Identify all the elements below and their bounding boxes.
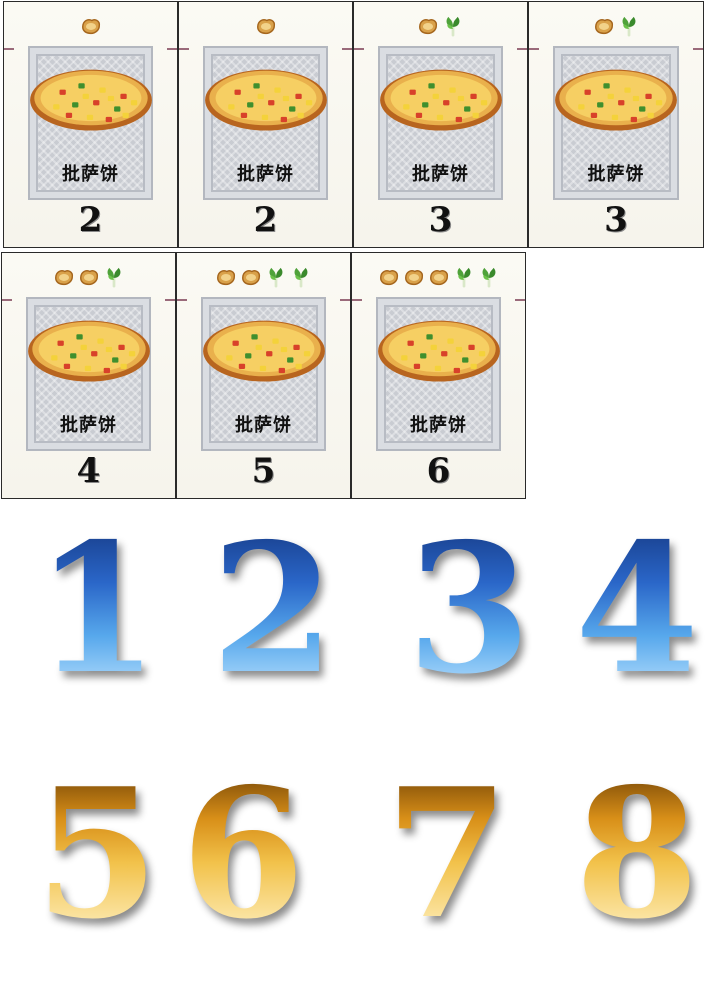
- card-edge-mark: [517, 48, 527, 50]
- bread-icon: [79, 270, 98, 286]
- bread-icon: [217, 270, 236, 286]
- bread-icon: [419, 19, 438, 35]
- number-tile-grid: 1234 5678: [0, 500, 707, 1000]
- vegetable-icon: [482, 267, 495, 288]
- card-edge-mark: [167, 48, 177, 50]
- pizza-card[interactable]: 批萨饼 5: [176, 252, 351, 499]
- pizza-icon: [377, 320, 500, 382]
- card-edge-mark: [352, 299, 362, 301]
- number-tile-5[interactable]: 5: [22, 765, 172, 943]
- bread-icon: [81, 19, 100, 35]
- card-edge-mark: [693, 48, 703, 50]
- card-edge-mark: [354, 48, 364, 50]
- ingredient-row: [354, 12, 527, 40]
- number-tile-4[interactable]: 4: [562, 520, 707, 698]
- vegetable-icon: [622, 16, 635, 37]
- card-edge-mark: [340, 299, 350, 301]
- bread-icon: [256, 19, 275, 35]
- dish-name: 批萨饼: [62, 164, 119, 185]
- card-number: 6: [426, 451, 451, 491]
- vegetable-icon: [269, 267, 283, 288]
- pizza-icon: [204, 69, 327, 131]
- dish-name: 批萨饼: [410, 415, 467, 436]
- card-number: 3: [428, 200, 453, 240]
- card-edge-mark: [179, 48, 189, 50]
- vegetable-icon: [446, 16, 460, 37]
- number-tile-6[interactable]: 6: [168, 765, 318, 943]
- card-edge-mark: [165, 299, 175, 301]
- card-edge-mark: [4, 48, 14, 50]
- pizza-icon: [27, 320, 150, 382]
- card-number: 4: [76, 451, 101, 491]
- pizza-icon: [379, 69, 502, 131]
- card-edge-mark: [2, 299, 12, 301]
- pizza-icon: [555, 69, 677, 131]
- bread-icon: [404, 270, 423, 286]
- number-tile-3[interactable]: 3: [394, 520, 544, 698]
- pizza-card[interactable]: 批萨饼 4: [1, 252, 176, 499]
- bread-icon: [594, 19, 613, 35]
- pizza-card[interactable]: 批萨饼 2: [178, 1, 353, 248]
- pizza-card-grid: 批萨饼 2 批萨饼 2 批萨饼 3 批萨饼 3 批萨饼 4 批萨饼 5 批萨饼 …: [0, 0, 707, 500]
- card-number: 2: [78, 200, 103, 240]
- vegetable-icon: [457, 267, 470, 288]
- dish-name: 批萨饼: [587, 164, 645, 185]
- number-tile-1[interactable]: 1: [22, 520, 172, 698]
- card-number: 3: [604, 200, 628, 240]
- pizza-card[interactable]: 批萨饼 3: [353, 1, 528, 248]
- pizza-icon: [202, 320, 325, 382]
- dish-name: 批萨饼: [235, 415, 292, 436]
- bread-icon: [429, 270, 448, 286]
- card-edge-mark: [529, 48, 539, 50]
- card-edge-mark: [342, 48, 352, 50]
- ingredient-row: [2, 263, 175, 291]
- pizza-card[interactable]: 批萨饼 6: [351, 252, 526, 499]
- vegetable-icon: [294, 267, 308, 288]
- number-tile-7[interactable]: 7: [372, 765, 522, 943]
- card-number: 2: [253, 200, 278, 240]
- number-tile-8[interactable]: 8: [562, 765, 707, 943]
- bread-icon: [379, 270, 398, 286]
- dish-name: 批萨饼: [60, 415, 117, 436]
- bread-icon: [242, 270, 261, 286]
- card-number: 5: [251, 451, 276, 491]
- pizza-icon: [29, 69, 152, 131]
- vegetable-icon: [107, 267, 120, 288]
- ingredient-row: [177, 263, 350, 291]
- number-tile-2[interactable]: 2: [198, 520, 348, 698]
- pizza-card[interactable]: 批萨饼 3: [528, 1, 704, 248]
- card-edge-mark: [515, 299, 525, 301]
- pizza-card[interactable]: 批萨饼 2: [3, 1, 178, 248]
- ingredient-row: [4, 12, 177, 40]
- dish-name: 批萨饼: [412, 164, 469, 185]
- ingredient-row: [352, 263, 525, 291]
- ingredient-row: [529, 12, 703, 40]
- card-edge-mark: [177, 299, 187, 301]
- dish-name: 批萨饼: [237, 164, 294, 185]
- ingredient-row: [179, 12, 352, 40]
- bread-icon: [54, 270, 73, 286]
